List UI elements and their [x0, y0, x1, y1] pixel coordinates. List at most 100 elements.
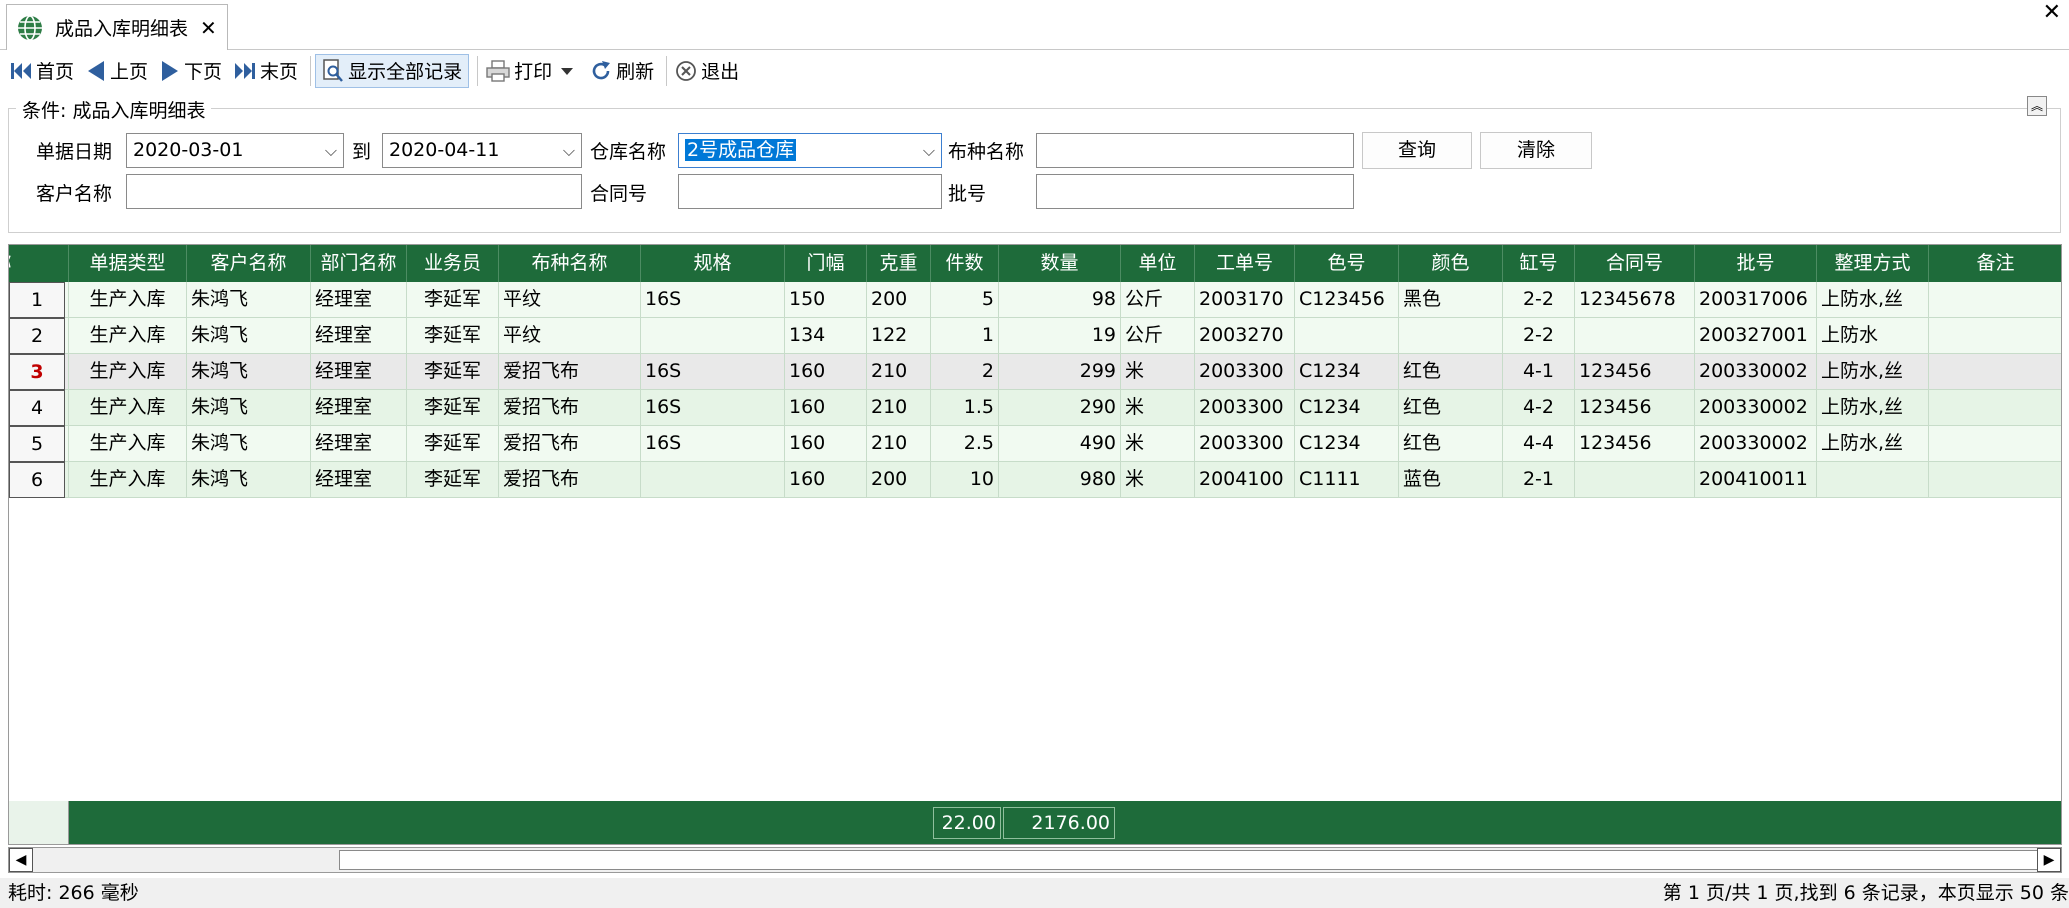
table-cell[interactable]: 李延军 [407, 390, 499, 426]
column-header[interactable]: 数量 [999, 245, 1121, 282]
table-cell[interactable]: 160 [785, 354, 867, 390]
table-cell[interactable]: 2003300 [1195, 354, 1295, 390]
table-cell[interactable]: 蓝色 [1399, 462, 1503, 498]
table-cell[interactable]: 2003300 [1195, 390, 1295, 426]
table-cell[interactable] [1399, 318, 1503, 354]
table-cell[interactable]: 2-2 [1503, 318, 1575, 354]
column-header[interactable]: 工单号 [1195, 245, 1295, 282]
table-cell[interactable]: 公斤 [1121, 318, 1195, 354]
table-cell[interactable]: C1234 [1295, 426, 1399, 462]
scroll-thumb[interactable] [339, 850, 2039, 870]
refresh-button[interactable]: 刷新 [586, 54, 658, 88]
table-cell[interactable]: 4-2 [1503, 390, 1575, 426]
table-cell[interactable]: 米 [1121, 354, 1195, 390]
table-cell[interactable]: 平纹 [499, 282, 641, 318]
table-cell[interactable]: 生产入库 [69, 462, 187, 498]
table-cell[interactable]: 16S [641, 282, 785, 318]
table-cell[interactable]: 经理室 [311, 282, 407, 318]
column-header[interactable]: 规格 [641, 245, 785, 282]
table-cell[interactable]: 上防水,丝 [1817, 282, 1929, 318]
prev-page-button[interactable]: 上页 [82, 54, 152, 88]
table-cell[interactable]: 李延军 [407, 354, 499, 390]
batch-input[interactable] [1036, 174, 1354, 209]
chevron-down-icon[interactable]: ⌵ [325, 134, 337, 167]
table-cell[interactable]: C1234 [1295, 354, 1399, 390]
table-cell[interactable]: 210 [867, 354, 931, 390]
query-button[interactable]: 查询 [1362, 132, 1472, 169]
table-cell[interactable]: 李延军 [407, 318, 499, 354]
table-cell[interactable]: 平纹 [499, 318, 641, 354]
table-cell[interactable]: 200 [867, 282, 931, 318]
table-cell[interactable]: C1111 [1295, 462, 1399, 498]
table-cell[interactable]: 160 [785, 462, 867, 498]
table-cell[interactable]: 16S [641, 354, 785, 390]
table-cell[interactable]: 生产入库 [69, 390, 187, 426]
column-header[interactable]: 布种名称 [499, 245, 641, 282]
tab-close-icon[interactable]: ✕ [200, 16, 217, 40]
table-cell[interactable]: 2003170 [1195, 282, 1295, 318]
table-cell[interactable]: 122 [867, 318, 931, 354]
table-cell[interactable]: 200 [867, 462, 931, 498]
table-cell[interactable]: 生产入库 [69, 282, 187, 318]
table-cell[interactable]: 上防水,丝 [1817, 354, 1929, 390]
table-cell[interactable]: C1234 [1295, 390, 1399, 426]
row-number[interactable]: 5 [9, 426, 65, 462]
table-cell[interactable]: 上防水 [1817, 318, 1929, 354]
table-cell[interactable]: 经理室 [311, 390, 407, 426]
table-cell[interactable] [1295, 318, 1399, 354]
column-header[interactable]: 部门名称 [311, 245, 407, 282]
table-cell[interactable]: 米 [1121, 426, 1195, 462]
table-cell[interactable]: 朱鸿飞 [187, 318, 311, 354]
table-cell[interactable] [1929, 390, 2061, 426]
table-cell[interactable]: 经理室 [311, 462, 407, 498]
table-cell[interactable]: 爱招飞布 [499, 354, 641, 390]
table-cell[interactable]: 123456 [1575, 390, 1695, 426]
table-cell[interactable]: 爱招飞布 [499, 426, 641, 462]
table-cell[interactable]: 上防水,丝 [1817, 426, 1929, 462]
clear-button[interactable]: 清除 [1480, 132, 1592, 169]
table-cell[interactable]: 16S [641, 390, 785, 426]
table-cell[interactable]: 米 [1121, 390, 1195, 426]
table-cell[interactable]: 生产入库 [69, 318, 187, 354]
table-cell[interactable]: 米 [1121, 462, 1195, 498]
table-cell[interactable]: 98 [999, 282, 1121, 318]
table-cell[interactable]: 李延军 [407, 426, 499, 462]
table-cell[interactable]: 19 [999, 318, 1121, 354]
table-cell[interactable]: 160 [785, 426, 867, 462]
table-cell[interactable]: 上防水,丝 [1817, 390, 1929, 426]
column-header[interactable]: 件数 [931, 245, 999, 282]
table-cell[interactable]: 10 [931, 462, 999, 498]
table-cell[interactable]: 朱鸿飞 [187, 354, 311, 390]
table-cell[interactable] [1575, 462, 1695, 498]
table-cell[interactable]: 123456 [1575, 426, 1695, 462]
table-cell[interactable]: 200327001 [1695, 318, 1817, 354]
column-header[interactable]: 单位 [1121, 245, 1195, 282]
tab-report[interactable]: 成品入库明细表 ✕ [6, 4, 228, 50]
table-cell[interactable]: 爱招飞布 [499, 390, 641, 426]
dropdown-arrow-icon[interactable] [560, 66, 574, 76]
table-cell[interactable]: 299 [999, 354, 1121, 390]
column-header[interactable]: 颜色 [1399, 245, 1503, 282]
column-header[interactable]: 合同号 [1575, 245, 1695, 282]
table-cell[interactable]: 朱鸿飞 [187, 390, 311, 426]
collapse-panel-icon[interactable]: ︽ [2027, 96, 2047, 116]
table-row[interactable]: 2号成品仓库生产入库朱鸿飞经理室李延军爱招飞布16S1602101.5290米2… [9, 390, 2061, 426]
table-cell[interactable]: 4-1 [1503, 354, 1575, 390]
table-cell[interactable]: 200330002 [1695, 390, 1817, 426]
table-cell[interactable] [1929, 462, 2061, 498]
table-cell[interactable]: 16S [641, 426, 785, 462]
table-cell[interactable]: 12345678 [1575, 282, 1695, 318]
table-row[interactable]: 2号成品仓库生产入库朱鸿飞经理室李延军平纹16S150200598公斤20031… [9, 282, 2061, 318]
table-cell[interactable]: C123456 [1295, 282, 1399, 318]
table-cell[interactable]: 980 [999, 462, 1121, 498]
column-header[interactable]: 备注 [1929, 245, 2061, 282]
table-cell[interactable]: 朱鸿飞 [187, 462, 311, 498]
table-cell[interactable]: 2004100 [1195, 462, 1295, 498]
customer-input[interactable] [126, 174, 582, 209]
table-cell[interactable]: 经理室 [311, 354, 407, 390]
warehouse-select[interactable]: 2号成品仓库 ⌵ [678, 133, 942, 168]
row-number[interactable]: 2 [9, 318, 65, 354]
table-cell[interactable]: 2003270 [1195, 318, 1295, 354]
table-cell[interactable]: 5 [931, 282, 999, 318]
date-to-picker[interactable]: 2020-04-11 ⌵ [382, 133, 582, 168]
